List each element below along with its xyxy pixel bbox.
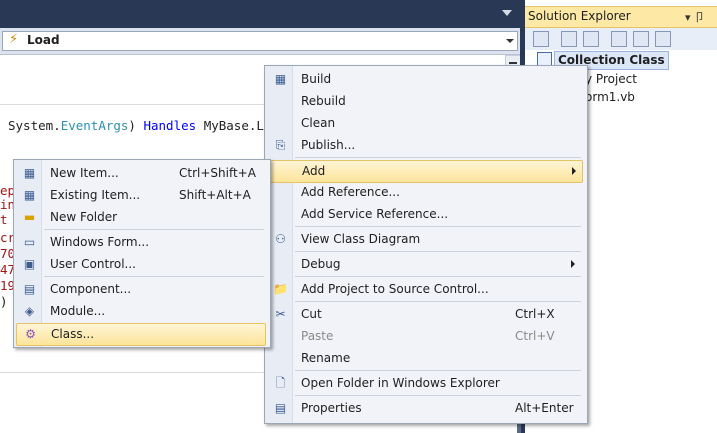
context-menu: ▦ Build Rebuild Clean ⎘ Publish... Add A… — [264, 65, 588, 424]
tree-item[interactable]: y Project — [585, 72, 637, 86]
new-item-icon: ▦ — [23, 166, 36, 180]
menu-item-publish[interactable]: ⎘ Publish... — [267, 135, 583, 156]
menu-item-class[interactable]: ⚙ Class... — [16, 323, 266, 346]
menu-item-existing-item[interactable]: ▦ Existing Item... Shift+Alt+A — [16, 185, 266, 206]
menu-item-user-control[interactable]: ▣ User Control... — [16, 254, 266, 275]
source-control-icon: 📁 — [273, 282, 288, 296]
menu-item-add-source-control[interactable]: 📁 Add Project to Source Control... — [267, 279, 583, 300]
menu-item-debug[interactable]: Debug — [267, 254, 583, 275]
existing-item-icon: ▦ — [23, 188, 36, 202]
refresh-icon[interactable] — [583, 31, 599, 47]
component-icon: ▤ — [23, 282, 36, 296]
menu-item-add[interactable]: Add — [267, 160, 583, 183]
properties-icon: ▤ — [274, 401, 287, 415]
class-diagram-icon[interactable] — [655, 31, 671, 47]
submenu-arrow-icon — [571, 260, 575, 268]
solution-explorer-toolbar — [525, 28, 717, 50]
menu-item-new-item[interactable]: ▦ New Item... Ctrl+Shift+A — [16, 163, 266, 184]
class-icon: ⚙ — [25, 327, 36, 341]
class-diagram-icon: ⚇ — [275, 232, 286, 246]
user-control-icon: ▣ — [23, 257, 36, 271]
add-submenu: ▦ New Item... Ctrl+Shift+A ▦ Existing It… — [13, 159, 271, 348]
menu-item-rebuild[interactable]: Rebuild — [267, 91, 583, 112]
module-icon: ◈ — [24, 304, 35, 318]
menu-item-view-class-diagram[interactable]: ⚇ View Class Diagram — [267, 229, 583, 250]
code-fragment: ) — [0, 294, 8, 309]
menu-item-add-reference[interactable]: Add Reference... — [267, 182, 583, 203]
panel-title: Solution Explorer — [528, 9, 631, 23]
event-icon: ⚡ — [9, 32, 19, 47]
menu-item-module[interactable]: ◈ Module... — [16, 301, 266, 322]
event-dropdown-value: Load — [27, 33, 60, 47]
menu-item-clean[interactable]: Clean — [267, 113, 583, 134]
open-folder-icon: 🗋 — [275, 376, 286, 390]
publish-icon: ⎘ — [275, 138, 286, 152]
chevron-down-icon[interactable] — [502, 10, 512, 16]
menu-item-build[interactable]: ▦ Build — [267, 69, 583, 90]
view-code-icon[interactable] — [611, 31, 627, 47]
view-designer-icon[interactable] — [633, 31, 649, 47]
editor-tab-strip — [0, 0, 520, 28]
event-bar: ⚡ Load — [0, 28, 520, 55]
menu-item-cut[interactable]: ✂ Cut Ctrl+X — [267, 304, 583, 325]
menu-item-new-folder[interactable]: ▬ New Folder — [16, 207, 266, 228]
cut-icon: ✂ — [275, 307, 286, 321]
event-dropdown[interactable]: ⚡ Load — [2, 31, 518, 51]
submenu-arrow-icon — [572, 167, 576, 175]
menu-item-open-folder[interactable]: 🗋 Open Folder in Windows Explorer — [267, 373, 583, 394]
code-fragment: t — [0, 212, 8, 227]
menu-item-windows-form[interactable]: ▭ Windows Form... — [16, 232, 266, 253]
menu-item-component[interactable]: ▤ Component... — [16, 279, 266, 300]
show-all-files-icon[interactable] — [561, 31, 577, 47]
menu-item-properties[interactable]: ▤ Properties Alt+Enter — [267, 398, 583, 419]
tree-item[interactable]: orm1.vb — [585, 90, 635, 104]
dropdown-arrow-icon[interactable] — [506, 39, 514, 43]
build-icon: ▦ — [274, 72, 287, 86]
code-line: System.EventArgs) Handles MyBase.Load — [8, 118, 287, 133]
menu-item-paste: Paste Ctrl+V — [301, 329, 555, 343]
properties-icon[interactable] — [533, 31, 549, 47]
windows-form-icon: ▭ — [23, 235, 36, 249]
folder-icon: ▬ — [23, 210, 36, 224]
solution-explorer-header: Solution Explorer ▾ 卩 — [525, 6, 717, 28]
menu-item-rename[interactable]: Rename — [267, 348, 583, 369]
pin-icon[interactable]: ▾ 卩 — [685, 9, 705, 25]
menu-item-add-service-reference[interactable]: Add Service Reference... — [267, 204, 583, 225]
